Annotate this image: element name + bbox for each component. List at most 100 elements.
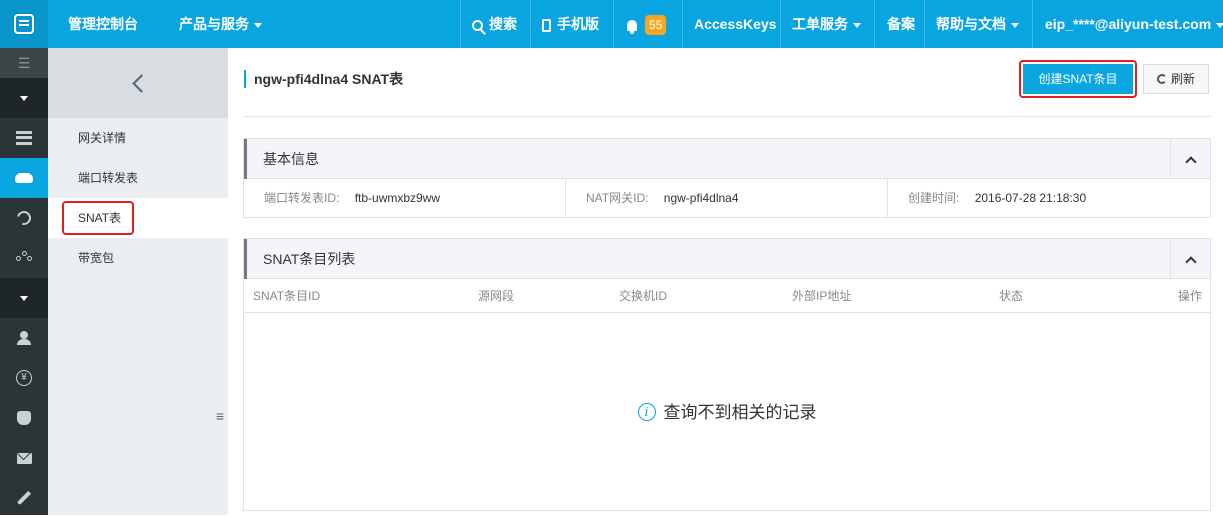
divider: [924, 0, 925, 48]
field-value: ngw-pfi4dlna4: [663, 191, 739, 205]
mobile-label: 手机版: [557, 16, 599, 32]
column-header-vswitch-id: 交换机ID: [619, 289, 668, 303]
page-title: ngw-pfi4dlna4 SNAT表: [244, 70, 403, 88]
notification-count-badge: 55: [645, 15, 667, 36]
table-header: SNAT条目ID 源网段 交换机ID 外部IP地址 状态 操作: [244, 279, 1210, 313]
sidebar-item-gateway-details[interactable]: 网关详情: [48, 118, 228, 158]
help-docs-menu[interactable]: 帮助与文档: [936, 0, 1019, 48]
divider: [780, 0, 781, 48]
rail-menu-toggle[interactable]: ☰: [0, 48, 48, 78]
sidebar-collapse-handle[interactable]: ≡: [212, 392, 228, 440]
main-content: ngw-pfi4dlna4 SNAT表 创建SNAT条目 刷新 基本信息 端口转…: [228, 48, 1223, 515]
panel-header: SNAT条目列表: [244, 239, 1210, 279]
server-stack-icon: [16, 131, 32, 145]
sidebar-item-port-forwarding[interactable]: 端口转发表: [48, 158, 228, 198]
rail-item-topology[interactable]: [0, 238, 48, 278]
info-field-port-forwarding-id: 端口转发表ID: ftb-uwmxbz9ww: [244, 179, 566, 217]
accesskeys-link[interactable]: AccessKeys: [694, 0, 777, 48]
sidebar-item-label: 端口转发表: [78, 171, 139, 185]
info-field-created-time: 创建时间: 2016-07-28 21:18:30: [888, 179, 1210, 217]
column-header-source-cidr: 源网段: [478, 289, 515, 303]
divider: [1032, 0, 1033, 48]
chevron-down-icon: [254, 22, 262, 28]
cloud-icon: [15, 173, 33, 183]
top-navigation-bar: 管理控制台 产品与服务 搜索 手机版 55 AccessKeys 工单服务 备案…: [0, 0, 1223, 48]
chevron-down-icon: [1216, 22, 1223, 28]
link-icon: [14, 208, 34, 228]
refresh-label: 刷新: [1170, 72, 1195, 86]
field-value: 2016-07-28 21:18:30: [974, 191, 1087, 205]
topology-icon: [16, 251, 32, 263]
info-field-nat-gateway-id: NAT网关ID: ngw-pfi4dlna4: [566, 179, 888, 217]
divider: [460, 0, 461, 48]
chevron-down-icon: [853, 22, 861, 28]
mail-icon: [16, 452, 32, 464]
mobile-version-button[interactable]: 手机版: [542, 0, 599, 48]
chevron-left-icon: [131, 73, 151, 93]
user-email: eip_****@aliyun-test.com: [1045, 16, 1212, 32]
beian-link[interactable]: 备案: [887, 0, 915, 48]
refresh-button[interactable]: 刷新: [1143, 64, 1209, 94]
rail-item-messages[interactable]: [0, 438, 48, 478]
bell-icon: [627, 19, 637, 34]
sidebar-item-snat-table[interactable]: SNAT表: [48, 198, 228, 238]
collapse-icon: ≡: [215, 408, 225, 424]
rail-item-network[interactable]: [0, 198, 48, 238]
field-label: 创建时间:: [908, 191, 960, 205]
back-button[interactable]: [48, 48, 228, 118]
divider: [682, 0, 683, 48]
basic-info-panel: 基本信息 端口转发表ID: ftb-uwmxbz9ww NAT网关ID: ngw…: [243, 138, 1211, 218]
tickets-menu[interactable]: 工单服务: [792, 0, 861, 48]
column-header-actions: 操作: [1178, 289, 1203, 303]
console-home-link[interactable]: 管理控制台: [68, 0, 138, 48]
menu-icon: ☰: [17, 55, 31, 71]
sidebar-item-label: 带宽包: [78, 251, 115, 265]
info-row: 端口转发表ID: ftb-uwmxbz9ww NAT网关ID: ngw-pfi4…: [244, 179, 1210, 217]
table-body: i 查询不到相关的记录: [244, 313, 1210, 513]
products-menu-label: 产品与服务: [179, 16, 249, 32]
pencil-icon: [16, 490, 32, 506]
chevron-up-icon: [1184, 155, 1197, 168]
create-snat-entry-button[interactable]: 创建SNAT条目: [1023, 64, 1133, 94]
panel-title: SNAT条目列表: [263, 251, 356, 267]
field-label: 端口转发表ID:: [264, 191, 340, 205]
divider: [874, 0, 875, 48]
divider: [613, 0, 614, 48]
rail-item-servers[interactable]: [0, 118, 48, 158]
rail-item-user[interactable]: [0, 318, 48, 358]
user-icon: [17, 331, 31, 345]
field-value: ftb-uwmxbz9ww: [354, 191, 441, 205]
info-icon: i: [637, 402, 656, 421]
field-label: NAT网关ID:: [586, 191, 649, 205]
mobile-phone-icon: [542, 18, 551, 32]
chevron-up-icon: [1184, 255, 1197, 268]
rail-item-edit[interactable]: [0, 478, 48, 518]
rail-group-expand-2[interactable]: [0, 278, 48, 318]
products-menu[interactable]: 产品与服务: [179, 0, 262, 48]
rail-item-finance[interactable]: [0, 398, 48, 438]
money-bag-icon: [17, 411, 31, 425]
panel-header: 基本信息: [244, 139, 1210, 179]
user-account-menu[interactable]: eip_****@aliyun-test.com: [1045, 0, 1223, 48]
tickets-menu-label: 工单服务: [792, 16, 848, 32]
caret-down-icon: [20, 95, 28, 101]
search-button[interactable]: 搜索: [472, 0, 517, 48]
panel-collapse-button[interactable]: [1170, 139, 1210, 179]
rail-item-billing[interactable]: ¥: [0, 358, 48, 398]
chevron-down-icon: [1011, 22, 1019, 28]
yen-icon: ¥: [16, 370, 32, 386]
column-header-status: 状态: [999, 289, 1024, 303]
nat-gateway-sidebar: 网关详情 端口转发表 SNAT表 带宽包: [48, 48, 228, 515]
notifications-button[interactable]: 55: [627, 0, 667, 48]
panel-collapse-button[interactable]: [1170, 239, 1210, 279]
search-icon: [472, 19, 483, 31]
search-label: 搜索: [489, 16, 517, 32]
column-header-public-ip: 外部IP地址: [792, 289, 852, 303]
rail-group-expand[interactable]: [0, 78, 48, 118]
highlight-box: [62, 201, 134, 235]
rail-item-cloud[interactable]: [0, 158, 48, 198]
column-header-snat-id: SNAT条目ID: [253, 289, 321, 303]
caret-down-icon: [20, 295, 28, 301]
console-logo[interactable]: [0, 0, 48, 48]
sidebar-item-bandwidth-package[interactable]: 带宽包: [48, 238, 228, 278]
